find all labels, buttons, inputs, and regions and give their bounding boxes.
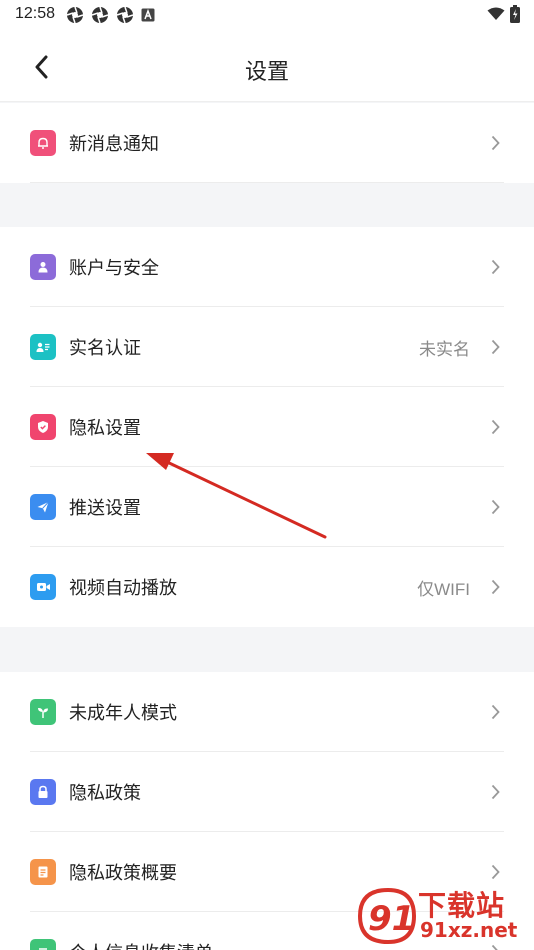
row-label: 视频自动播放 [69,578,177,598]
row-label: 隐私政策 [69,783,141,803]
settings-row-push-settings[interactable]: 推送设置 [0,467,534,547]
status-notification-icons [66,6,155,24]
chevron-right-icon [488,784,502,800]
row-label: 实名认证 [69,338,141,358]
settings-row-real-name[interactable]: 实名认证 未实名 [0,307,534,387]
chevron-right-icon [488,419,502,435]
lock-icon [30,779,56,805]
settings-row-privacy-policy[interactable]: 隐私政策 [0,752,534,832]
status-bar: 12:58 [0,0,534,30]
battery-charging-icon [510,5,520,23]
chevron-right-icon [488,339,502,355]
settings-row-privacy-settings[interactable]: 隐私设置 [0,387,534,467]
chevron-right-icon [488,259,502,275]
user-icon [30,254,56,280]
paper-plane-icon [30,494,56,520]
aperture-icon [91,6,109,24]
section-account: 账户与安全 实名认证 未实名 隐私设置 推送设置 视频自动播放 仅WIFI [0,227,534,627]
row-label: 未成年人模式 [69,703,177,723]
aperture-icon [66,6,84,24]
settings-row-account-security[interactable]: 账户与安全 [0,227,534,307]
list-icon [30,939,56,950]
bell-icon [30,130,56,156]
row-label: 新消息通知 [69,134,159,154]
chevron-right-icon [488,499,502,515]
settings-row-minor-mode[interactable]: 未成年人模式 [0,672,534,752]
divider [30,182,504,183]
chevron-right-icon [488,864,502,880]
sprout-icon [30,699,56,725]
row-label: 推送设置 [69,498,141,518]
id-card-icon [30,334,56,360]
row-label: 隐私设置 [69,418,141,438]
wifi-icon [487,7,505,20]
status-time: 12:58 [15,5,56,22]
row-label: 账户与安全 [69,258,159,278]
settings-row-video-autoplay[interactable]: 视频自动播放 仅WIFI [0,547,534,627]
chevron-right-icon [488,704,502,720]
row-value: 未实名 [419,339,470,359]
status-system-icons [487,5,520,23]
watermark-logo: 91 下载站 91xz.net [354,884,530,948]
watermark-url-text: 91xz.net [420,918,518,942]
video-icon [30,574,56,600]
shield-icon [30,414,56,440]
a-box-icon [141,8,155,22]
aperture-icon [116,6,134,24]
row-value: 仅WIFI [417,579,470,599]
chevron-right-icon [488,579,502,595]
watermark-badge-icon: 91 [357,887,417,945]
app-header: 设置 [0,30,534,102]
chevron-right-icon [488,135,502,151]
svg-text:91: 91 [368,899,415,939]
settings-row-notifications[interactable]: 新消息通知 [0,103,534,183]
page-title: 设置 [244,59,289,84]
section-notifications: 新消息通知 [0,103,534,183]
document-icon [30,859,56,885]
row-label: 隐私政策概要 [69,863,177,883]
